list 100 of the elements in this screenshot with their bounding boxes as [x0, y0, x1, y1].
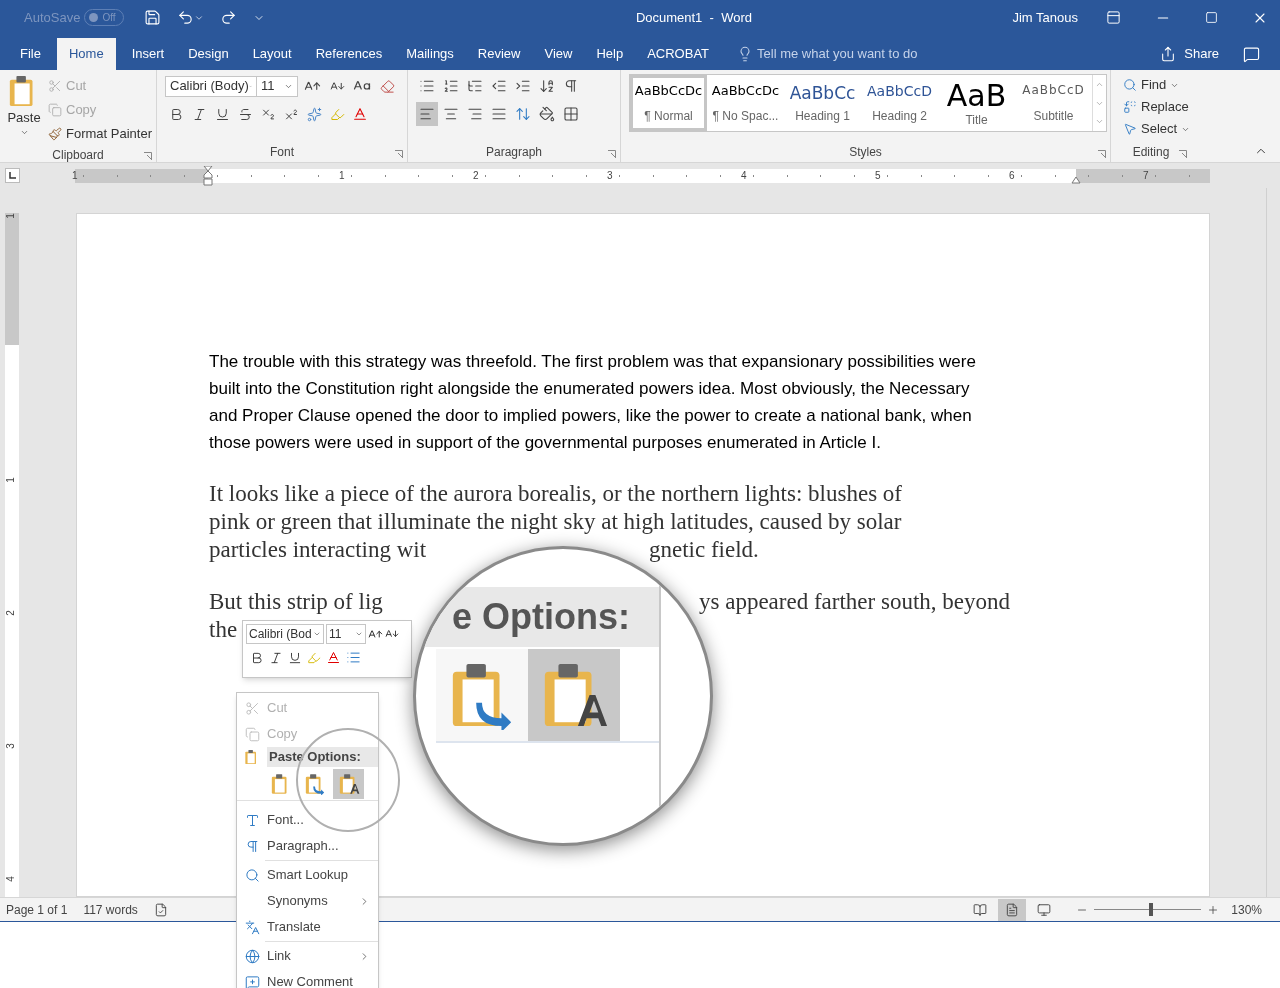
- ribbon-tab[interactable]: Review: [465, 38, 533, 70]
- font-name-field[interactable]: Calibri (Bod: [246, 624, 324, 644]
- menu-section-header: Paste Options:: [267, 747, 378, 767]
- paste-button[interactable]: Paste: [4, 74, 44, 146]
- body-text: built into the Constitution right alongside the enumerated powers idea. Most obviously, the Necessary: [209, 379, 970, 398]
- dialog-launcher-icon[interactable]: [144, 152, 152, 160]
- copy-icon: [48, 103, 62, 117]
- share-button[interactable]: Share: [1160, 38, 1219, 70]
- undo-icon[interactable]: [177, 9, 195, 26]
- style-gallery-item[interactable]: AaBbCcD Heading 2: [861, 75, 938, 131]
- bullets-icon[interactable]: [346, 650, 361, 665]
- caret-icon: [355, 630, 363, 638]
- dialog-launcher-icon[interactable]: [1179, 150, 1187, 158]
- user-name: Jim Tanous: [1012, 8, 1078, 27]
- ribbon-tab[interactable]: View: [532, 38, 585, 70]
- ribbon-tab[interactable]: File: [8, 38, 53, 70]
- ribbon-tab[interactable]: Home: [56, 38, 116, 70]
- style-name: ¶ Normal: [644, 108, 693, 125]
- page-count[interactable]: Page 1 of 1: [6, 900, 68, 919]
- underline-icon[interactable]: [288, 650, 302, 665]
- style-gallery-item[interactable]: AaBbCcDc ¶ Normal: [630, 75, 707, 131]
- menu-item[interactable]: Synonyms: [237, 888, 378, 914]
- editing-command[interactable]: Find: [1123, 74, 1191, 96]
- body-text: particles interacting wit: [209, 537, 427, 562]
- ruler-number: 6: [1009, 168, 1015, 183]
- align-button[interactable]: [416, 102, 438, 126]
- group-label: Font: [270, 144, 294, 161]
- ribbon-display-icon[interactable]: [1106, 10, 1121, 25]
- ruler-number: 7: [1143, 168, 1149, 183]
- align-icon: [443, 106, 459, 122]
- font-size-field[interactable]: 11: [326, 624, 366, 644]
- italic-icon[interactable]: [269, 650, 283, 665]
- sort-icon: [539, 78, 555, 94]
- shading-icon: [539, 106, 555, 122]
- align-icon: [467, 106, 483, 122]
- comments-icon[interactable]: [1243, 45, 1260, 63]
- zoom-percent[interactable]: 130%: [1231, 900, 1262, 919]
- ribbon-tab[interactable]: ACROBAT: [635, 38, 722, 70]
- menu-item[interactable]: Paragraph...: [237, 833, 378, 859]
- menu-item[interactable]: Smart Lookup: [237, 862, 378, 888]
- read-mode-icon: [973, 902, 988, 917]
- word-count[interactable]: 117 words: [83, 900, 138, 919]
- body-text: the: [209, 617, 238, 642]
- style-preview: AaBbCc: [789, 82, 856, 105]
- ribbon-tab[interactable]: Mailings: [394, 38, 466, 70]
- copy-icon: [244, 726, 260, 742]
- tell-me-field[interactable]: Tell me what you want to do: [757, 44, 958, 64]
- dialog-launcher-icon[interactable]: [608, 150, 616, 158]
- style-name: Heading 1: [795, 108, 850, 125]
- font-size-field[interactable]: 11: [256, 75, 298, 97]
- bold-icon[interactable]: [250, 650, 264, 665]
- left-tab-icon: [9, 172, 16, 179]
- italic-icon: [191, 106, 207, 122]
- menu-item[interactable]: New Comment: [237, 969, 378, 988]
- font-name-field[interactable]: Calibri (Body): [165, 75, 257, 97]
- zoom-slider-thumb[interactable]: [1149, 903, 1153, 916]
- maximize-icon[interactable]: [1205, 11, 1218, 24]
- scissors-icon: [48, 79, 62, 93]
- style-gallery-item[interactable]: AaBbCcDc ¶ No Spac...: [707, 75, 784, 131]
- redo-icon[interactable]: [220, 9, 238, 26]
- proofing-icon[interactable]: [153, 902, 168, 917]
- multilevel-list-icon: [467, 78, 483, 94]
- ruler-number: 1: [72, 168, 78, 183]
- style-gallery-item[interactable]: AaBbCcD Subtitle: [1015, 75, 1092, 131]
- body-text: But this strip of lig: [209, 589, 383, 614]
- ribbon-tab[interactable]: Insert: [119, 38, 177, 70]
- dialog-launcher-icon[interactable]: [1098, 150, 1106, 158]
- pointer-icon: [1123, 122, 1137, 136]
- dialog-launcher-icon[interactable]: [395, 150, 403, 158]
- paste-option[interactable]: [333, 768, 364, 799]
- font-color-icon[interactable]: [326, 650, 341, 665]
- style-gallery-item[interactable]: AaB Title: [938, 75, 1015, 131]
- pilcrow-icon: [563, 78, 579, 94]
- menu-item[interactable]: Font...: [237, 807, 378, 833]
- ribbon-tab[interactable]: Help: [584, 38, 636, 70]
- save-icon[interactable]: [144, 9, 162, 26]
- ribbon-tab[interactable]: Design: [176, 38, 241, 70]
- autosave-state: Off: [102, 11, 116, 25]
- autosave-label: AutoSave: [24, 8, 81, 27]
- style-name: Title: [965, 112, 988, 129]
- clipboard-command[interactable]: Format Painter: [48, 122, 152, 146]
- style-gallery-item[interactable]: AaBbCc Heading 1: [784, 75, 861, 131]
- ribbon-tab[interactable]: Layout: [240, 38, 304, 70]
- ruler-number: 4: [5, 876, 16, 882]
- tab-selector[interactable]: [5, 168, 20, 183]
- body-text: ys appeared farther south, beyond: [699, 589, 1011, 614]
- editing-command[interactable]: Replace: [1123, 96, 1191, 118]
- view-button[interactable]: [998, 898, 1027, 921]
- ribbon-tab[interactable]: References: [303, 38, 395, 70]
- text-effects-icon: [306, 106, 322, 122]
- style-preview: AaBbCcDc: [711, 82, 780, 100]
- ruler-number: 1: [339, 168, 345, 183]
- zoom-in-icon[interactable]: [1207, 903, 1220, 916]
- print-layout-icon: [1005, 902, 1020, 917]
- editing-command[interactable]: Select: [1123, 118, 1191, 140]
- magnified-header: e Options:: [452, 595, 630, 639]
- indent-marker[interactable]: [203, 165, 213, 186]
- menu-item[interactable]: Translate: [237, 914, 378, 940]
- menu-item[interactable]: Link: [237, 943, 378, 969]
- eraser-icon: [379, 78, 395, 94]
